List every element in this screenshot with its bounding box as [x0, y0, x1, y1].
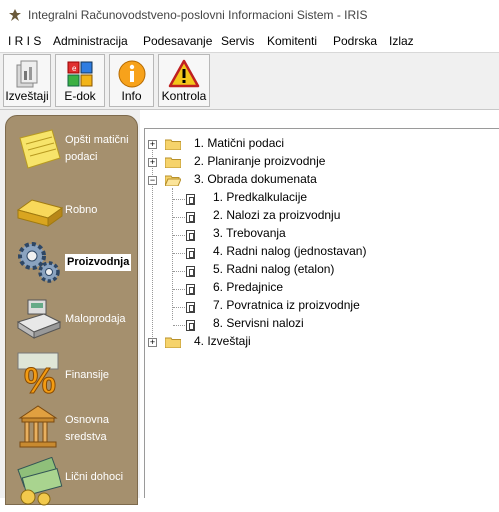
tree-node-predajnice[interactable]: 6. Predajnice — [145, 280, 485, 298]
expand-icon[interactable]: + — [148, 158, 157, 167]
toolbar: Izveštaji e E-dok Info Kontrola — [0, 52, 499, 110]
e-documents-label: E-dok — [64, 89, 96, 103]
sidebar-item-finansije[interactable]: % Finansije — [6, 347, 139, 402]
tree-node-radni-nalog-jednostavan[interactable]: 4. Radni nalog (jednostavan) — [145, 244, 485, 262]
tree-node-planiranje-proizvodnje[interactable]: + 2. Planiranje proizvodnje — [145, 154, 485, 172]
building-icon — [18, 405, 58, 448]
cash-register-icon — [16, 299, 62, 339]
sidebar-item-maloprodaja[interactable]: Maloprodaja — [6, 292, 139, 347]
menu-bar: I R I S Administracija Podesavanje Servi… — [0, 31, 499, 51]
menu-podesavanje[interactable]: Podesavanje — [143, 34, 212, 48]
menu-komitenti[interactable]: Komitenti — [267, 34, 317, 48]
sidebar-item-proizvodnja[interactable]: Proizvodnja — [6, 236, 139, 291]
money-icon — [17, 457, 63, 506]
svg-text:e: e — [72, 64, 77, 73]
tree-node-obrada-dokumenata[interactable]: − 3. Obrada dokumenata — [145, 172, 485, 190]
document-icon — [186, 320, 195, 331]
tree-node-label: 2. Planiranje proizvodnje — [194, 154, 326, 168]
app-icon — [9, 9, 21, 21]
tree-node-label: 4. Radni nalog (jednostavan) — [213, 244, 367, 258]
control-button[interactable]: Kontrola — [158, 54, 210, 107]
tree-node-radni-nalog-etalon[interactable]: 5. Radni nalog (etalon) — [145, 262, 485, 280]
tree-node-servisni-nalozi[interactable]: 8. Servisni nalozi — [145, 316, 485, 334]
menu-administracija[interactable]: Administracija — [53, 34, 128, 48]
document-icon — [186, 194, 195, 205]
tree-node-predkalkulacije[interactable]: 1. Predkalkulacije — [145, 190, 485, 208]
tree-node-label: 3. Trebovanja — [213, 226, 286, 240]
tree-node-povratnica-iz-proizvodnje[interactable]: 7. Povratnica iz proizvodnje — [145, 298, 485, 316]
menu-izlaz[interactable]: Izlaz — [389, 34, 414, 48]
info-button[interactable]: Info — [109, 54, 154, 107]
tree-node-maticni-podaci[interactable]: + 1. Matični podaci — [145, 136, 485, 154]
reports-button[interactable]: Izveštaji — [3, 54, 51, 107]
tree-node-label: 7. Povratnica iz proizvodnje — [213, 298, 360, 312]
gold-bar-icon — [16, 199, 64, 227]
document-icon — [186, 248, 195, 259]
title-bar: Integralni Računovodstveno-poslovni Info… — [0, 0, 499, 30]
tree-node-label: 8. Servisni nalozi — [213, 316, 304, 330]
sidebar-label-proizvodnja: Proizvodnja — [65, 254, 132, 271]
sidebar-label-osnovna: Osnovna — [65, 414, 110, 426]
tree-node-izvestaji[interactable]: + 4. Izveštaji — [145, 334, 485, 352]
gears-icon — [18, 242, 60, 283]
sidebar-item-robno[interactable]: Robno — [6, 182, 139, 237]
sidebar: Opšti matični podaci Robno Proizvodnja M… — [0, 110, 140, 506]
tree-node-label: 6. Predajnice — [213, 280, 284, 294]
info-icon — [118, 60, 145, 88]
e-documents-button[interactable]: e E-dok — [55, 54, 105, 107]
sidebar-label-licni-dohoci: Lični dohoci — [65, 471, 124, 483]
tree-node-nalozi-za-proizvodnju[interactable]: 2. Nalozi za proizvodnju — [145, 208, 485, 226]
sidebar-item-opsti-maticni-podaci[interactable]: Opšti matični podaci — [6, 124, 139, 179]
folder-icon — [165, 157, 181, 168]
document-icon — [186, 266, 195, 277]
tree-node-label: 5. Radni nalog (etalon) — [213, 262, 335, 276]
percent-icon: % — [17, 352, 59, 397]
sidebar-label-finansije: Finansije — [65, 369, 110, 381]
tree-node-label: 1. Predkalkulacije — [213, 190, 308, 204]
expand-icon[interactable]: + — [148, 338, 157, 347]
tree-view: + 1. Matični podaci + 2. Planiranje proi… — [144, 128, 499, 498]
menu-podrska[interactable]: Podrska — [333, 34, 377, 48]
document-icon — [186, 284, 195, 295]
menu-iris[interactable]: I R I S — [8, 34, 41, 48]
warning-icon — [168, 59, 200, 88]
sidebar-label-robno: Robno — [65, 204, 98, 216]
e-documents-icon: e — [67, 61, 93, 87]
document-icon — [186, 230, 195, 241]
document-icon — [186, 212, 195, 223]
collapse-icon[interactable]: − — [148, 176, 157, 185]
control-label: Kontrola — [161, 89, 207, 103]
open-folder-icon — [165, 175, 181, 186]
menu-servis[interactable]: Servis — [221, 34, 254, 48]
tree-node-label: 1. Matični podaci — [194, 136, 285, 150]
module-panel: Opšti matični podaci Robno Proizvodnja M… — [5, 115, 139, 506]
folder-icon — [165, 337, 181, 348]
sidebar-label-opsti: Opšti matični — [65, 134, 129, 146]
tree-node-label: 2. Nalozi za proizvodnju — [213, 208, 341, 222]
sidebar-label-opsti-line2: podaci — [65, 151, 98, 163]
expand-icon[interactable]: + — [148, 140, 157, 149]
sidebar-item-licni-dohoci[interactable]: Lični dohoci — [6, 457, 139, 512]
notepad-icon — [19, 129, 61, 169]
window-title: Integralni Računovodstveno-poslovni Info… — [28, 8, 368, 22]
reports-icon — [16, 60, 38, 88]
sidebar-item-osnovna-sredstva[interactable]: Osnovna sredstva — [6, 402, 139, 457]
reports-label: Izveštaji — [5, 89, 49, 103]
tree-node-trebovanja[interactable]: 3. Trebovanja — [145, 226, 485, 244]
document-icon — [186, 302, 195, 313]
tree-node-label: 3. Obrada dokumenata — [194, 172, 317, 186]
tree-node-label: 4. Izveštaji — [194, 334, 251, 348]
sidebar-label-maloprodaja: Maloprodaja — [65, 313, 126, 325]
info-label: Info — [121, 89, 142, 103]
svg-text:%: % — [24, 360, 56, 397]
sidebar-label-osnovna-line2: sredstva — [65, 431, 107, 443]
folder-icon — [165, 139, 181, 150]
